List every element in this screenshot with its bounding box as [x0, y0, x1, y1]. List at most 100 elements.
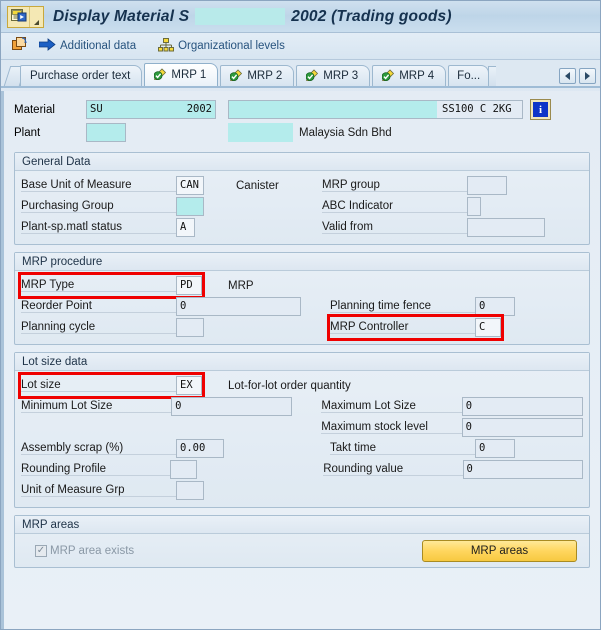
tab-fo-truncated[interactable]: Fo... — [448, 65, 490, 86]
assembly-scrap-field[interactable]: 0.00 — [176, 439, 224, 458]
material-value-left: SU — [90, 103, 103, 115]
rounding-value-field[interactable]: 0 — [462, 460, 583, 479]
document-arrow-icon — [8, 6, 30, 27]
mrp-area-exists-label: MRP area exists — [50, 544, 135, 557]
maximum-stock-level-field[interactable]: 0 — [461, 418, 583, 437]
minimum-lot-size-field[interactable]: 0 — [171, 397, 293, 416]
material-label: Material — [14, 103, 55, 116]
group-mrp-areas: MRP areas ✓ MRP area exists MRP areas — [14, 515, 590, 568]
rounding-profile-label: Rounding Profile — [21, 463, 170, 476]
tab-label-mrp-1: MRP 1 — [171, 69, 207, 81]
tab-purchase-order-text[interactable]: Purchase order text — [20, 65, 143, 86]
tab-mrp-3[interactable]: MRP 3 — [296, 65, 371, 86]
plant-description-redaction — [228, 123, 293, 142]
mrp-areas-button[interactable]: MRP areas — [422, 539, 577, 562]
tab-content-mrp-1: Material SU 2002 SS100 C 2KG i Plant Mal… — [1, 91, 600, 629]
unit-of-measure-grp-field[interactable] — [176, 481, 204, 500]
info-icon[interactable]: i — [530, 99, 551, 120]
system-menu-button[interactable] — [7, 5, 44, 28]
valid-from-field[interactable] — [467, 218, 545, 237]
row-rounding-profile: Rounding Profile Rounding value 0 — [21, 459, 583, 480]
tab-mrp-1[interactable]: MRP 1 — [144, 63, 219, 86]
pencil-check-icon — [153, 67, 168, 83]
lot-size-field[interactable]: EX — [176, 376, 202, 395]
mrp-type-field[interactable]: PD — [176, 276, 202, 295]
material-value-right: 2002 — [186, 103, 212, 115]
valid-from-label: Valid from — [322, 221, 467, 234]
tab-label-mrp-3: MRP 3 — [323, 70, 359, 82]
group-title-general-data: General Data — [15, 153, 589, 171]
copy-icon — [12, 37, 27, 55]
scroll-right-icon[interactable] — [579, 68, 596, 84]
planning-cycle-label: Planning cycle — [21, 321, 176, 334]
rounding-value-label: Rounding value — [323, 463, 463, 476]
group-general-data: General Data Base Unit of Measure CAN Ca… — [14, 152, 590, 245]
mrp-controller-field[interactable]: C — [475, 318, 501, 337]
org-levels-icon — [158, 37, 175, 55]
sap-window: Display Material S 2002 (Trading goods) — [0, 0, 601, 630]
group-body-mrp-procedure: MRP Type PD MRP Reorder Point 0 Planning… — [15, 271, 589, 344]
mrp-group-field[interactable] — [467, 176, 507, 195]
row-base-unit-of-measure: Base Unit of Measure CAN Canister MRP gr… — [21, 175, 583, 196]
tab-label-fo: Fo... — [457, 70, 481, 82]
takt-time-field[interactable]: 0 — [475, 439, 515, 458]
row-minimum-maximum-lot-size: Minimum Lot Size 0 Maximum Lot Size 0 — [21, 396, 584, 417]
assembly-scrap-label: Assembly scrap (%) — [21, 442, 176, 455]
pencil-check-icon — [381, 68, 396, 84]
pencil-check-icon — [229, 68, 244, 84]
tab-mrp-4[interactable]: MRP 4 — [372, 65, 447, 86]
group-title-lot-size-data: Lot size data — [15, 353, 589, 371]
group-body-mrp-areas: ✓ MRP area exists MRP areas — [15, 534, 589, 567]
tab-label-mrp-2: MRP 2 — [247, 70, 283, 82]
tab-mrp-2[interactable]: MRP 2 — [220, 65, 295, 86]
plant-description-text: Malaysia Sdn Bhd — [299, 126, 392, 139]
maximum-lot-size-field[interactable]: 0 — [461, 397, 584, 416]
group-title-mrp-areas: MRP areas — [15, 516, 589, 534]
row-planning-cycle: Planning cycle MRP Controller C — [21, 314, 583, 341]
base-unit-of-measure-label: Base Unit of Measure — [21, 179, 176, 192]
plant-field[interactable] — [86, 123, 126, 142]
plant-label: Plant — [14, 126, 41, 139]
plant-sp-matl-status-field[interactable]: A — [176, 218, 195, 237]
row-plant-sp-matl-status: Plant-sp.matl status A Valid from — [21, 217, 583, 238]
rounding-profile-field[interactable] — [169, 460, 198, 479]
tab-label-mrp-4: MRP 4 — [399, 70, 435, 82]
dropdown-arrow-icon[interactable] — [30, 7, 43, 27]
mrp-area-exists-checkbox: ✓ — [35, 544, 47, 557]
scroll-left-icon[interactable] — [559, 68, 576, 84]
takt-time-label: Takt time — [330, 442, 475, 455]
reorder-point-label: Reorder Point — [21, 300, 176, 313]
row-unit-of-measure-grp: Unit of Measure Grp — [21, 480, 583, 501]
toolbar-button-organizational-levels[interactable]: Organizational levels — [155, 37, 288, 56]
planning-time-fence-field[interactable]: 0 — [475, 297, 515, 316]
row-assembly-scrap: Assembly scrap (%) 0.00 Takt time 0 — [21, 438, 583, 459]
tab-overflow-stack — [488, 66, 497, 86]
toolbar-button-additional-data[interactable]: Additional data — [36, 37, 139, 55]
arrow-right-icon — [38, 38, 56, 54]
purchasing-group-field[interactable] — [176, 197, 204, 216]
tab-label-purchase-order-text: Purchase order text — [30, 70, 131, 82]
row-reorder-point: Reorder Point 0 Planning time fence 0 — [21, 296, 583, 317]
base-unit-of-measure-field[interactable]: CAN — [176, 176, 204, 195]
page-title: Display Material S 2002 (Trading goods) — [53, 8, 452, 26]
page-title-prefix: Display Material S — [53, 7, 190, 25]
abc-indicator-field[interactable] — [467, 197, 481, 216]
material-row: Material SU 2002 SS100 C 2KG i — [14, 99, 590, 120]
page-title-suffix: 2002 (Trading goods) — [291, 7, 452, 25]
tab-bar: Purchase order text MRP 1 MRP 2 MRP 3 MR… — [1, 63, 600, 88]
toolbar-label-organizational-levels: Organizational levels — [178, 40, 285, 52]
maximum-lot-size-label: Maximum Lot Size — [321, 400, 462, 413]
planning-cycle-field[interactable] — [176, 318, 204, 337]
mrp-group-label: MRP group — [322, 179, 467, 192]
purchasing-group-label: Purchasing Group — [21, 200, 176, 213]
lot-size-label: Lot size — [21, 379, 176, 392]
material-description-text: SS100 C 2KG — [442, 103, 512, 115]
plant-row: Plant Malaysia Sdn Bhd — [14, 122, 590, 143]
toolbar-button-copy[interactable] — [9, 36, 30, 56]
material-field[interactable]: SU 2002 — [86, 100, 216, 119]
plant-sp-matl-status-label: Plant-sp.matl status — [21, 221, 176, 234]
mrp-type-text: MRP — [228, 279, 254, 292]
reorder-point-field[interactable]: 0 — [176, 297, 301, 316]
mrp-controller-label: MRP Controller — [330, 321, 475, 334]
material-description-field[interactable]: SS100 C 2KG — [228, 100, 523, 119]
